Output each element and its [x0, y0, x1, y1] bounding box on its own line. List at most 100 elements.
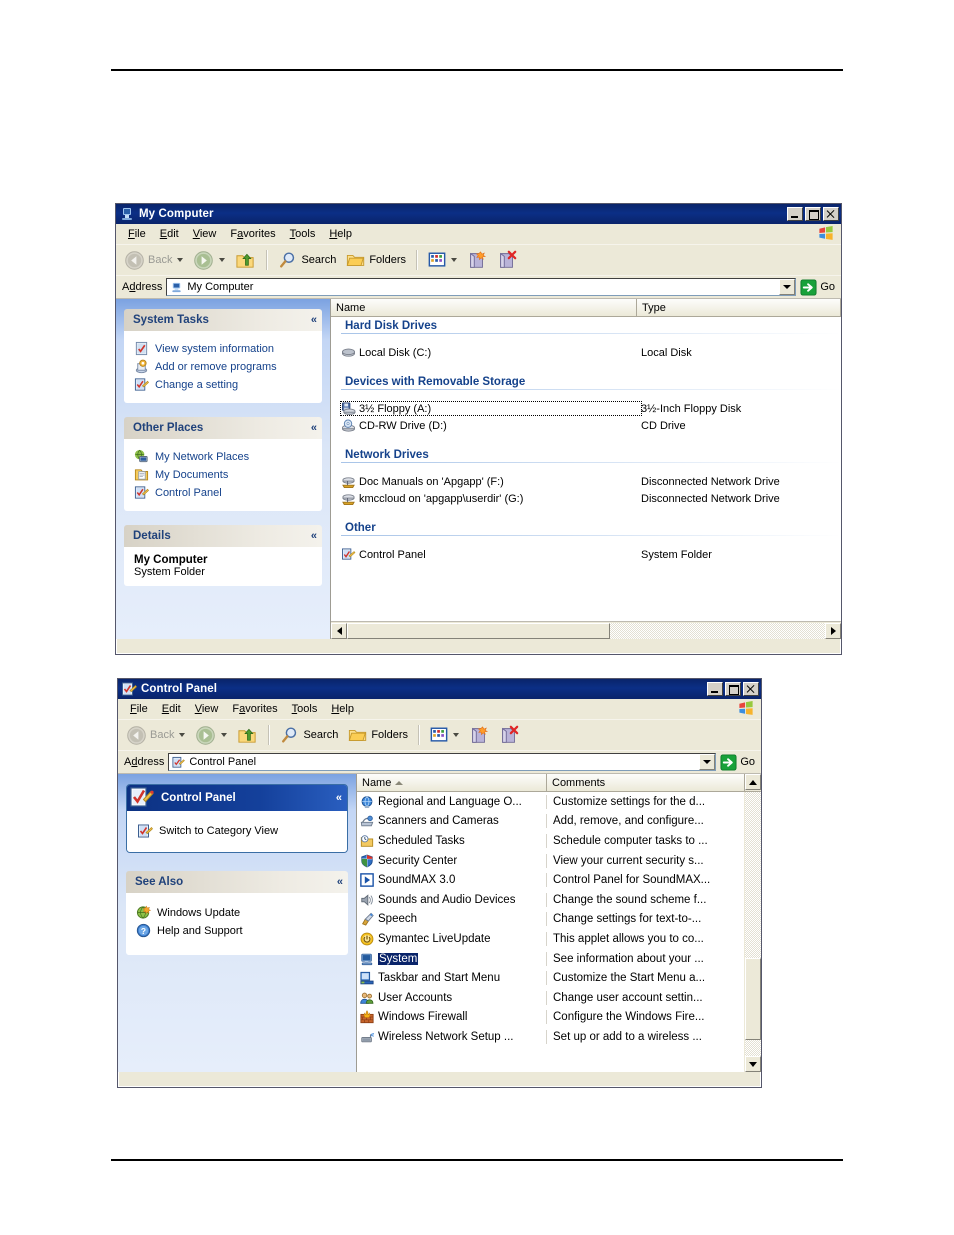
panel-other-places-header[interactable]: Other Places «: [124, 417, 322, 439]
control-panel-list-item[interactable]: Scanners and Cameras Add, remove, and con…: [357, 812, 744, 832]
address-dropdown-button[interactable]: [779, 279, 796, 295]
control-panel-item-name-cell[interactable]: Regional and Language O...: [357, 794, 547, 809]
list-item[interactable]: CD-RW Drive (D:) CD Drive: [331, 417, 841, 434]
back-button[interactable]: Back: [120, 248, 187, 273]
menu-favorites[interactable]: Favorites: [225, 701, 284, 717]
forward-button[interactable]: [191, 723, 231, 748]
control-panel-toolbar[interactable]: Back Search Folders: [118, 719, 761, 750]
control-panel-item-name-cell[interactable]: Wireless Network Setup ...: [357, 1029, 547, 1044]
collapse-chevron-icon[interactable]: «: [311, 530, 317, 542]
move-to-button[interactable]: [465, 723, 493, 747]
menu-help[interactable]: Help: [322, 226, 359, 242]
address-dropdown-button[interactable]: [699, 754, 716, 770]
list-item-name-cell[interactable]: Local Disk (C:): [341, 346, 641, 359]
control-panel-item-name-cell[interactable]: Scheduled Tasks: [357, 833, 547, 848]
address-input[interactable]: Control Panel: [168, 753, 717, 771]
minimize-button[interactable]: [787, 207, 803, 221]
move-to-button[interactable]: [463, 248, 491, 272]
control-panel-list-item[interactable]: Scheduled Tasks Schedule computer tasks t…: [357, 831, 744, 851]
control-panel-list-item[interactable]: Taskbar and Start Menu Customize the Star…: [357, 968, 744, 988]
list-item[interactable]: kmccloud on 'apgapp\userdir' (G:) Discon…: [331, 490, 841, 507]
panel-system-tasks-header[interactable]: System Tasks «: [124, 309, 322, 331]
collapse-chevron-icon[interactable]: «: [311, 422, 317, 434]
close-button[interactable]: [823, 207, 839, 221]
list-item[interactable]: 3½ Floppy (A:) 3½-Inch Floppy Disk: [331, 400, 841, 417]
views-dropdown-icon[interactable]: [451, 258, 458, 262]
forward-dropdown-icon[interactable]: [221, 733, 228, 737]
control-panel-list-item[interactable]: Symantec LiveUpdate This applet allows yo…: [357, 929, 744, 949]
horizontal-scroll-thumb[interactable]: [347, 622, 610, 639]
panel-control-panel-header[interactable]: Control Panel «: [127, 785, 347, 811]
link-view-system-information[interactable]: View system information: [134, 341, 314, 356]
column-header-row[interactable]: Name Comments: [357, 774, 761, 792]
forward-dropdown-icon[interactable]: [219, 258, 226, 262]
collapse-chevron-icon[interactable]: «: [337, 876, 343, 888]
go-button[interactable]: Go: [720, 753, 761, 771]
my-computer-window-controls[interactable]: [787, 207, 839, 221]
panel-details-header[interactable]: Details «: [124, 525, 322, 547]
vertical-scroll-thumb[interactable]: [744, 958, 761, 1041]
my-computer-toolbar[interactable]: Back Search Folders: [116, 244, 841, 275]
control-panel-item-name-cell[interactable]: Windows Firewall: [357, 1010, 547, 1025]
menu-tools[interactable]: Tools: [283, 226, 323, 242]
scroll-down-button[interactable]: [744, 1056, 761, 1072]
menu-tools[interactable]: Tools: [285, 701, 325, 717]
list-item[interactable]: Doc Manuals on 'Apgapp' (F:) Disconnecte…: [331, 473, 841, 490]
list-item-name-cell[interactable]: Doc Manuals on 'Apgapp' (F:): [341, 475, 641, 488]
control-panel-item-name-cell[interactable]: SoundMAX 3.0: [357, 873, 547, 888]
control-panel-item-name-cell[interactable]: System: [357, 951, 547, 966]
my-computer-menubar[interactable]: File Edit View Favorites Tools Help: [116, 224, 841, 244]
column-header-row[interactable]: Name Type: [331, 299, 841, 317]
collapse-chevron-icon[interactable]: «: [311, 314, 317, 326]
list-item-name-cell[interactable]: Control Panel: [341, 548, 641, 561]
control-panel-list-item[interactable]: SoundMAX 3.0 Control Panel for SoundMAX..…: [357, 870, 744, 890]
control-panel-list-item[interactable]: Sounds and Audio Devices Change the sound…: [357, 890, 744, 910]
control-panel-item-name-cell[interactable]: Symantec LiveUpdate: [357, 931, 547, 946]
maximize-button[interactable]: [725, 682, 741, 696]
scroll-left-button[interactable]: [331, 622, 347, 639]
maximize-button[interactable]: [805, 207, 821, 221]
collapse-chevron-icon[interactable]: «: [336, 792, 342, 804]
list-item[interactable]: Local Disk (C:) Local Disk: [331, 344, 841, 361]
list-item-name-cell[interactable]: CD-RW Drive (D:): [341, 419, 641, 432]
search-button[interactable]: Search: [276, 723, 342, 747]
control-panel-addressbar[interactable]: Address Control Panel Go: [118, 750, 761, 773]
list-item[interactable]: Control Panel System Folder: [331, 546, 841, 563]
group-header[interactable]: Devices with Removable Storage: [331, 373, 841, 389]
menu-edit[interactable]: Edit: [155, 701, 188, 717]
search-button[interactable]: Search: [274, 248, 340, 272]
scroll-up-button[interactable]: [745, 774, 761, 790]
menu-file[interactable]: File: [121, 226, 153, 242]
control-panel-menubar[interactable]: File Edit View Favorites Tools Help: [118, 699, 761, 719]
group-header[interactable]: Network Drives: [331, 446, 841, 462]
horizontal-scroll-track[interactable]: [347, 622, 825, 639]
link-windows-update[interactable]: Windows Update: [136, 905, 340, 920]
control-panel-list-item[interactable]: System See information about your ...: [357, 949, 744, 969]
control-panel-list-item[interactable]: Windows Firewall Configure the Windows Fi…: [357, 1008, 744, 1028]
menu-favorites[interactable]: Favorites: [223, 226, 282, 242]
address-input[interactable]: My Computer: [166, 278, 797, 296]
control-panel-window[interactable]: Control Panel File Edit View Favorites T…: [117, 678, 762, 1088]
control-panel-list-item[interactable]: User Accounts Change user account settin.…: [357, 988, 744, 1008]
control-panel-list-item[interactable]: Wireless Network Setup ... Set up or add …: [357, 1027, 744, 1047]
column-header-name[interactable]: Name: [357, 774, 547, 791]
menu-help[interactable]: Help: [324, 701, 361, 717]
control-panel-item-name-cell[interactable]: Scanners and Cameras: [357, 814, 547, 829]
menu-view[interactable]: View: [188, 701, 226, 717]
close-button[interactable]: [743, 682, 759, 696]
back-button[interactable]: Back: [122, 723, 189, 748]
views-button[interactable]: [424, 249, 461, 271]
up-button[interactable]: [233, 723, 262, 748]
link-switch-to-category-view[interactable]: Switch to Category View: [137, 823, 339, 839]
delete-button[interactable]: [495, 723, 523, 747]
minimize-button[interactable]: [707, 682, 723, 696]
up-button[interactable]: [231, 248, 260, 273]
control-panel-item-name-cell[interactable]: User Accounts: [357, 990, 547, 1005]
menu-edit[interactable]: Edit: [153, 226, 186, 242]
list-item-name-cell[interactable]: kmccloud on 'apgapp\userdir' (G:): [341, 492, 641, 505]
folders-button[interactable]: Folders: [344, 723, 412, 747]
link-add-or-remove-programs[interactable]: Add or remove programs: [134, 359, 314, 374]
control-panel-list-item[interactable]: Regional and Language O... Customize sett…: [357, 792, 744, 812]
group-header[interactable]: Hard Disk Drives: [331, 317, 841, 333]
back-dropdown-icon[interactable]: [177, 258, 184, 262]
